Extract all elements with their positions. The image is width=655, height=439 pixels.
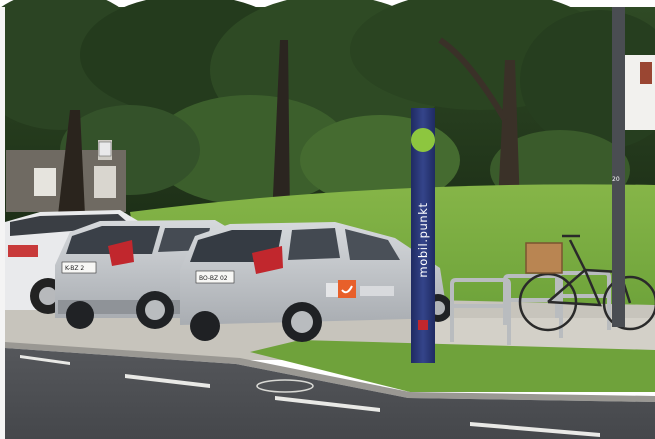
plate-front-text: BO-BZ 02 <box>199 275 228 282</box>
building-right <box>622 55 655 130</box>
plate-middle-text: K-BZ 2 <box>65 265 84 272</box>
street-pole: 20 <box>612 7 625 327</box>
pillar-accent-icon <box>411 128 435 152</box>
pole-number: 20 <box>612 176 620 183</box>
photo-illustration: K-BZ 2 BO-BZ 02 20 mobil.punkt <box>0 0 655 439</box>
photo-scene: K-BZ 2 BO-BZ 02 20 mobil.punkt <box>0 0 655 439</box>
mobil-punkt-pillar: mobil.punkt <box>411 108 435 363</box>
frame-left <box>0 7 5 439</box>
carsharing-logo <box>338 280 356 298</box>
pillar-label: mobil.punkt <box>416 202 430 277</box>
parking-sign-left <box>98 141 112 157</box>
pillar-red-icon <box>418 320 428 330</box>
